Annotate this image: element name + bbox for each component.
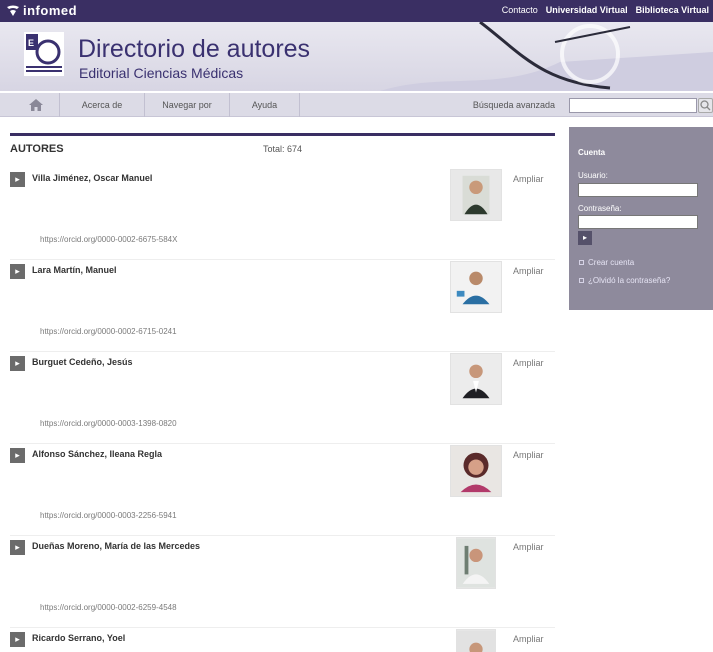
expand-arrow-icon[interactable]: ▸ <box>10 172 25 187</box>
site-header: E Directorio de autores Editorial Cienci… <box>0 22 713 91</box>
infomed-logo[interactable]: infomed <box>6 3 77 18</box>
nav-navegar-por[interactable]: Navegar por <box>145 93 230 117</box>
author-row: ▸ Lara Martín, Manuel https://orcid.org/… <box>10 261 555 352</box>
author-row: ▸ Villa Jiménez, Oscar Manuel https://or… <box>10 169 555 260</box>
bullet-icon <box>579 260 584 265</box>
top-links: Contacto Universidad Virtual Biblioteca … <box>502 5 709 15</box>
logo-text: infomed <box>23 3 78 18</box>
authors-panel: AUTORES Total: 674 ▸ Villa Jiménez, Osca… <box>10 133 555 652</box>
author-photo <box>450 353 502 405</box>
sidebar-title: Cuenta <box>578 148 606 157</box>
login-button[interactable]: ▸ <box>578 231 592 245</box>
link-biblioteca-virtual[interactable]: Biblioteca Virtual <box>636 5 709 15</box>
link-contacto[interactable]: Contacto <box>502 5 538 15</box>
author-photo <box>450 169 502 221</box>
author-name[interactable]: Lara Martín, Manuel <box>32 265 117 275</box>
search-icon <box>700 100 711 111</box>
author-row: ▸ Ricardo Serrano, Yoel Ampliar <box>10 629 555 652</box>
author-photo <box>450 445 502 497</box>
nav-home[interactable] <box>12 93 60 117</box>
author-name[interactable]: Dueñas Moreno, María de las Mercedes <box>32 541 200 551</box>
author-photo <box>450 261 502 313</box>
username-field[interactable] <box>578 183 698 197</box>
ampliar-link[interactable]: Ampliar <box>513 450 544 460</box>
home-icon <box>28 99 43 111</box>
expand-arrow-icon[interactable]: ▸ <box>10 264 25 279</box>
author-row: ▸ Dueñas Moreno, María de las Mercedes h… <box>10 537 555 628</box>
infomed-mark-icon <box>7 5 19 16</box>
forgot-password-link[interactable]: ¿Olvidó la contraseña? <box>588 276 670 285</box>
bullet-icon <box>579 278 584 283</box>
create-account-link[interactable]: Crear cuenta <box>588 258 634 267</box>
author-name[interactable]: Alfonso Sánchez, Ileana Regla <box>32 449 162 459</box>
page-title: Directorio de autores <box>78 35 311 63</box>
author-name[interactable]: Burguet Cedeño, Jesús <box>32 357 133 367</box>
ampliar-link[interactable]: Ampliar <box>513 634 544 644</box>
author-row: ▸ Burguet Cedeño, Jesús https://orcid.or… <box>10 353 555 444</box>
ampliar-link[interactable]: Ampliar <box>513 358 544 368</box>
author-orcid[interactable]: https://orcid.org/0000-0002-6675-584X <box>40 235 177 244</box>
authors-total: Total: 674 <box>263 144 303 154</box>
author-row: ▸ Alfonso Sánchez, Ileana Regla https://… <box>10 445 555 536</box>
author-orcid[interactable]: https://orcid.org/0000-0003-2256-5941 <box>40 511 177 520</box>
top-bar: infomed Contacto Universidad Virtual Bib… <box>0 0 713 22</box>
expand-arrow-icon[interactable]: ▸ <box>10 356 25 371</box>
ampliar-link[interactable]: Ampliar <box>513 266 544 276</box>
author-orcid[interactable]: https://orcid.org/0000-0002-6259-4548 <box>40 603 177 612</box>
account-sidebar: Cuenta Usuario: Contraseña: ▸ Crear cuen… <box>569 127 713 310</box>
svg-text:E: E <box>28 38 34 48</box>
expand-arrow-icon[interactable]: ▸ <box>10 632 25 647</box>
expand-arrow-icon[interactable]: ▸ <box>10 540 25 555</box>
author-name[interactable]: Ricardo Serrano, Yoel <box>32 633 125 643</box>
author-photo <box>456 537 496 589</box>
page-subtitle: Editorial Ciencias Médicas <box>79 65 244 81</box>
search-input[interactable] <box>569 98 697 113</box>
search-button[interactable] <box>698 98 713 113</box>
nav-ayuda[interactable]: Ayuda <box>230 93 300 117</box>
link-universidad-virtual[interactable]: Universidad Virtual <box>546 5 628 15</box>
header-decoration-icon <box>380 22 713 91</box>
author-photo <box>456 629 496 652</box>
main-nav: Acerca de Navegar por Ayuda Búsqueda ava… <box>0 93 713 117</box>
editorial-emblem-icon[interactable]: E <box>24 32 64 76</box>
section-divider <box>10 133 555 136</box>
nav-acerca-de[interactable]: Acerca de <box>60 93 145 117</box>
ampliar-link[interactable]: Ampliar <box>513 542 544 552</box>
authors-heading: AUTORES <box>10 143 64 155</box>
ampliar-link[interactable]: Ampliar <box>513 174 544 184</box>
advanced-search-link[interactable]: Búsqueda avanzada <box>440 93 555 117</box>
author-name[interactable]: Villa Jiménez, Oscar Manuel <box>32 173 152 183</box>
password-field[interactable] <box>578 215 698 229</box>
author-orcid[interactable]: https://orcid.org/0000-0002-6715-0241 <box>40 327 177 336</box>
expand-arrow-icon[interactable]: ▸ <box>10 448 25 463</box>
author-orcid[interactable]: https://orcid.org/0000-0003-1398-0820 <box>40 419 177 428</box>
user-label: Usuario: <box>578 171 608 180</box>
password-label: Contraseña: <box>578 204 622 213</box>
